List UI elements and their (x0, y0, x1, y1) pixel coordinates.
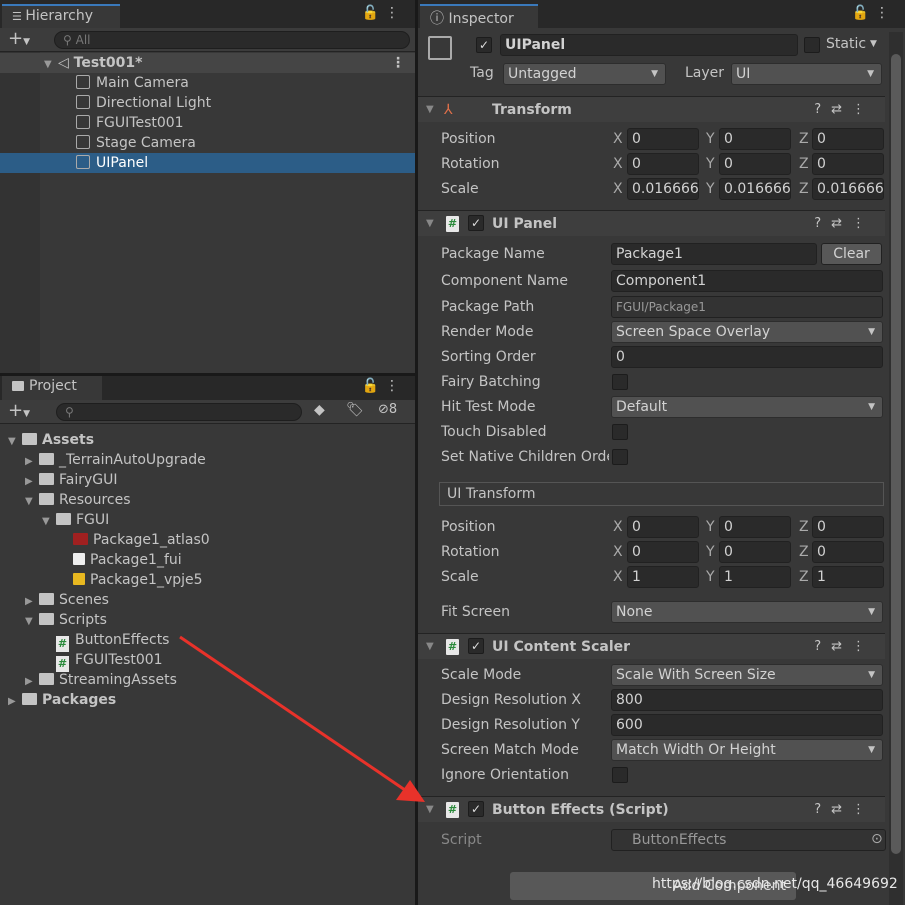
annotation-arrow (179, 635, 425, 802)
